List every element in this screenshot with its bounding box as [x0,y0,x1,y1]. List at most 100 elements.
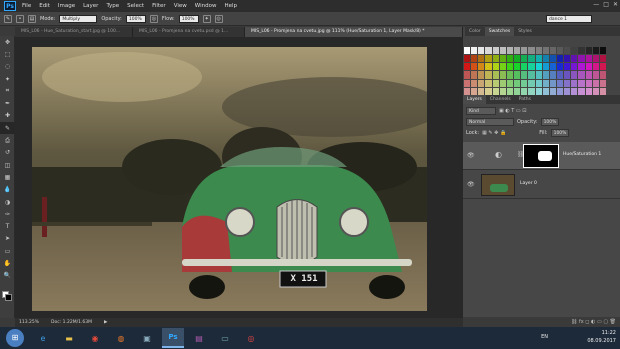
swatch-cell[interactable] [471,79,478,87]
tab-channels[interactable]: Channels [486,95,515,104]
maximize-button[interactable]: □ [603,1,609,8]
eye-app-icon[interactable]: ◎ [240,328,262,348]
swatch-cell[interactable] [499,79,506,87]
swatch-cell[interactable] [464,87,471,95]
swatch-cell[interactable] [514,63,521,71]
swatch-cell[interactable] [556,87,564,95]
layer-mask-thumbnail[interactable] [523,144,559,168]
swatch-cell[interactable] [571,55,578,63]
swatch-cell[interactable] [492,71,499,79]
swatch-cell[interactable] [528,71,535,79]
swatch-cell[interactable] [492,55,499,63]
swatch-cell[interactable] [506,71,514,79]
language-indicator[interactable]: EN [541,334,548,340]
swatch-cell[interactable] [592,79,599,87]
swatch-cell[interactable] [499,55,506,63]
swatch-cell[interactable] [499,71,506,79]
tab-doc-2[interactable]: MIS_L06 - Promjena na cvetu.psd @ 1... [133,27,245,37]
swatch-cell[interactable] [506,63,514,71]
layer-opacity-input[interactable]: 100% [540,118,559,126]
swatch-cell[interactable] [471,87,478,95]
swatch-cell[interactable] [464,71,471,79]
folder-icon[interactable]: ▬ [58,328,80,348]
swatch-cell[interactable] [564,87,571,95]
swatch-cell[interactable] [564,55,571,63]
move-icon[interactable]: ✥ [0,36,15,48]
workspace-select[interactable]: dance 1 [546,15,592,23]
swatch-cell[interactable] [556,63,564,71]
swatch-cell[interactable] [478,79,485,87]
swatch-cell[interactable] [506,55,514,63]
swatch-cell[interactable] [521,63,528,71]
swatch-cell[interactable] [556,55,564,63]
tab-doc-3[interactable]: MIS_L06 - Promjena na cvetu.jpg @ 111% (… [245,27,463,37]
tab-layers[interactable]: Layers [463,95,486,104]
swatch-cell[interactable] [571,87,578,95]
swatch-cell[interactable] [506,87,514,95]
blend-mode-select[interactable]: Normal [466,118,514,126]
swatch-cell[interactable] [528,63,535,71]
minimize-button[interactable]: — [593,1,599,8]
swatch-cell[interactable] [514,47,521,55]
menu-type[interactable]: Type [102,3,123,9]
swatch-cell[interactable] [578,63,585,71]
swatch-cell[interactable] [592,55,599,63]
layer-row-hue-saturation[interactable]: 👁 ◐ ⛓ Hue/Saturation 1 [463,142,620,170]
swatch-cell[interactable] [549,79,556,87]
healing-icon[interactable]: ✚ [0,110,15,122]
media-icon[interactable]: ▣ [136,328,158,348]
swatch-cell[interactable] [571,71,578,79]
swatch-cell[interactable] [528,87,535,95]
swatch-cell[interactable] [485,71,492,79]
history-brush-icon[interactable]: ↺ [0,147,15,159]
swatch-cell[interactable] [499,47,506,55]
eyedropper-icon[interactable]: ✒ [0,97,15,109]
swatch-cell[interactable] [542,71,549,79]
swatch-cell[interactable] [528,79,535,87]
swatch-cell[interactable] [535,63,542,71]
swatch-cell[interactable] [599,47,606,55]
swatch-cell[interactable] [556,47,564,55]
swatch-cell[interactable] [471,55,478,63]
swatch-cell[interactable] [492,63,499,71]
airbrush-icon[interactable]: ✦ [202,14,211,23]
swatch-cell[interactable] [492,87,499,95]
lock-icons[interactable]: ▦ ✎ ✥ 🔒 [482,130,506,136]
system-clock[interactable]: 11:22 08.09.2017 [587,329,616,345]
menu-window[interactable]: Window [191,3,221,9]
type-icon[interactable]: T [0,220,15,232]
swatch-cell[interactable] [492,79,499,87]
menu-image[interactable]: Image [54,3,79,9]
photoshop-task-icon[interactable]: Ps [162,328,184,348]
swatch-cell[interactable] [485,79,492,87]
swatch-cell[interactable] [578,55,585,63]
opacity-input[interactable]: 100% [125,14,146,23]
swatch-cell[interactable] [549,87,556,95]
swatch-cell[interactable] [535,71,542,79]
layer-row-layer-0[interactable]: 👁 Layer 0 [463,171,620,199]
new-layer-icon[interactable]: ▢ [603,319,608,325]
quick-select-icon[interactable]: ✦ [0,73,15,85]
swatch-cell[interactable] [585,47,592,55]
eye-icon[interactable]: 👁 [467,152,475,159]
gradient-icon[interactable]: ▦ [0,171,15,183]
swatch-cell[interactable] [521,87,528,95]
swatch-cell[interactable] [564,71,571,79]
swatch-cell[interactable] [478,71,485,79]
swatch-cell[interactable] [571,79,578,87]
tab-color[interactable]: Color [465,27,485,36]
swatch-cell[interactable] [549,63,556,71]
swatch-cell[interactable] [571,63,578,71]
chrome-icon[interactable]: ◉ [84,328,106,348]
blur-icon[interactable]: 💧 [0,184,15,196]
menu-file[interactable]: File [18,3,35,9]
tab-paths[interactable]: Paths [515,95,535,104]
zoom-icon[interactable]: 🔍 [0,270,15,282]
brush-size-icon[interactable]: • [16,14,24,23]
swatch-cell[interactable] [478,63,485,71]
swatch-cell[interactable] [585,63,592,71]
close-button[interactable]: ✕ [613,1,618,8]
swatch-cell[interactable] [585,79,592,87]
flow-input[interactable]: 100% [178,14,199,23]
swatch-cell[interactable] [478,87,485,95]
